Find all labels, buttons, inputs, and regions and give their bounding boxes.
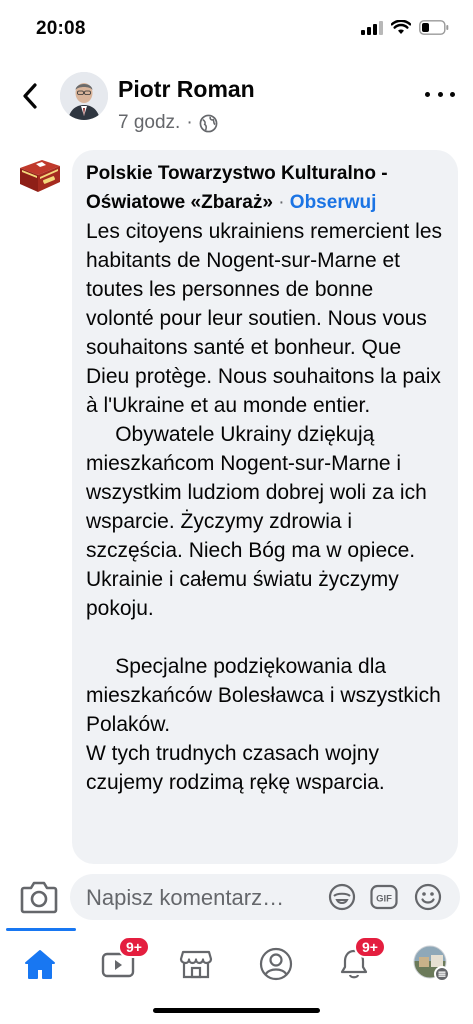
comment-header: Polskie Towarzystwo Kulturalno - Oświato… xyxy=(86,159,446,217)
comment-input[interactable]: Napisz komentarz… GIF xyxy=(70,874,460,920)
dot-icon xyxy=(437,91,443,97)
book-logo-icon xyxy=(20,160,60,192)
tab-marketplace[interactable] xyxy=(172,944,220,984)
status-bar: 20:08 xyxy=(0,0,473,60)
status-icons xyxy=(361,20,449,35)
tab-home[interactable] xyxy=(16,944,64,984)
commenter-avatar[interactable] xyxy=(16,156,64,196)
tab-video[interactable]: 9+ xyxy=(94,936,150,984)
comment-composer: Napisz komentarz… GIF xyxy=(0,868,473,928)
sticker-icon xyxy=(328,883,356,911)
back-button[interactable] xyxy=(14,78,46,114)
gif-button[interactable]: GIF xyxy=(370,883,398,911)
globe-icon xyxy=(199,114,218,132)
comment-text: Les citoyens ukrainiens remercient les h… xyxy=(86,220,442,794)
status-time: 20:08 xyxy=(36,18,86,39)
author-avatar[interactable] xyxy=(60,72,108,120)
chevron-left-icon xyxy=(23,83,37,109)
video-badge: 9+ xyxy=(118,936,150,958)
menu-avatar-icon xyxy=(413,945,450,982)
post-author-name[interactable]: Piotr Roman xyxy=(118,76,255,103)
emoji-icon xyxy=(414,883,442,911)
tab-notifications[interactable]: 9+ xyxy=(330,936,386,984)
camera-icon xyxy=(20,881,58,914)
dot-icon xyxy=(450,91,455,97)
active-tab-indicator xyxy=(6,928,76,931)
emoji-button[interactable] xyxy=(414,883,442,911)
follow-button[interactable]: Obserwuj xyxy=(290,192,377,213)
home-indicator xyxy=(153,1008,320,1013)
post-time[interactable]: 7 godz. xyxy=(118,112,180,134)
gif-icon: GIF xyxy=(370,884,398,910)
comment-separator: · xyxy=(278,192,285,213)
profile-icon xyxy=(259,947,293,981)
tab-profile[interactable] xyxy=(252,944,300,984)
meta-separator: · xyxy=(186,112,193,133)
more-options-button[interactable] xyxy=(425,86,455,102)
dot-icon xyxy=(425,91,430,97)
comment-bubble: Polskie Towarzystwo Kulturalno - Oświato… xyxy=(72,150,458,864)
wifi-icon xyxy=(391,20,411,34)
sticker-button[interactable] xyxy=(328,883,356,911)
post-meta: 7 godz. · xyxy=(118,112,218,134)
notifications-badge: 9+ xyxy=(354,936,386,958)
comment-input-placeholder: Napisz komentarz… xyxy=(86,885,285,910)
svg-text:GIF: GIF xyxy=(376,894,392,905)
marketplace-icon xyxy=(179,950,213,979)
camera-button[interactable] xyxy=(20,880,58,914)
tab-menu[interactable] xyxy=(408,944,456,984)
battery-icon xyxy=(419,20,449,35)
post-header: Piotr Roman 7 godz. · xyxy=(0,62,473,150)
home-icon xyxy=(25,950,55,979)
avatar-photo-icon xyxy=(60,72,108,120)
signal-icon xyxy=(361,20,383,35)
